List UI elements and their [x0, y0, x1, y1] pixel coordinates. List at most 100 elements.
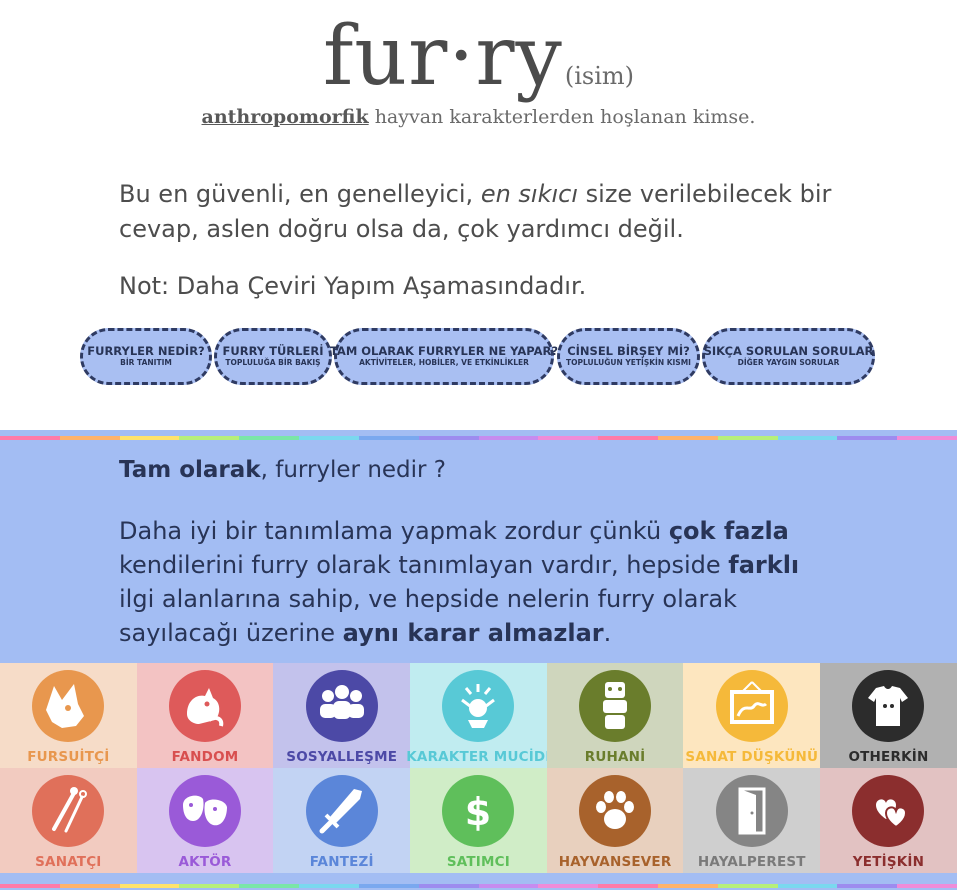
- rainbow-segment: [119, 884, 180, 888]
- nav-sexual[interactable]: CİNSEL BİRŞEY Mİ? TOPLULUĞUN YETİŞKİN KI…: [557, 328, 700, 385]
- para-text: kendilerini furry olarak tanımlayan vard…: [119, 551, 729, 579]
- rainbow-segment: [299, 884, 359, 888]
- rainbow-segment: [418, 436, 479, 440]
- rainbow-segment: [777, 436, 838, 440]
- rainbow-segment: [837, 884, 898, 888]
- category-label: FANTEZİ: [309, 854, 374, 870]
- group-people-icon: [319, 685, 364, 719]
- masks-icon: [169, 775, 242, 847]
- sword-icon: [319, 789, 362, 834]
- category-dreamer[interactable]: HAYALPEREST: [683, 768, 821, 873]
- category-label: FANDOM: [171, 749, 239, 765]
- rainbow-segment: [0, 884, 60, 888]
- rainbow-segment: [478, 884, 539, 888]
- category-spiritual[interactable]: RUHANİ: [546, 663, 684, 768]
- framed-art-icon: [715, 670, 788, 742]
- rainbow-segment: [59, 436, 120, 440]
- rainbow-divider-bottom: [0, 884, 957, 888]
- door-icon: [738, 787, 766, 835]
- rainbow-segment: [478, 436, 539, 440]
- rainbow-segment: [59, 884, 120, 888]
- rainbow-segment: [538, 436, 599, 440]
- creator-sparkle-icon: [442, 670, 515, 742]
- category-character-creator[interactable]: KARAKTER MUCİDİ: [406, 663, 550, 768]
- totem-icon: [603, 682, 628, 729]
- group-people-icon: [305, 670, 378, 742]
- rainbow-divider-top: [0, 436, 957, 440]
- rainbow-segment: [837, 436, 898, 440]
- totem-icon: [579, 670, 652, 742]
- category-label: SOSYALLEŞME: [286, 749, 398, 765]
- nav-sub: BİR TANITIM: [120, 358, 172, 367]
- category-label: KARAKTER MUCİDİ: [406, 749, 551, 765]
- rainbow-segment: [777, 884, 838, 888]
- rainbow-segment: [717, 884, 778, 888]
- door-icon: [715, 775, 788, 847]
- fox-couple-icon: [187, 688, 224, 727]
- category-fandom[interactable]: FANDOM: [136, 663, 274, 768]
- category-grid: FURSUİTÇİ FANDOM SOSYALLEŞME KARAKTER MU…: [0, 663, 957, 873]
- category-art-lover[interactable]: SANAT DÜŞKÜNÜ: [683, 663, 821, 768]
- rainbow-segment: [179, 884, 240, 888]
- rainbow-segment: [897, 436, 957, 440]
- fursuit-head-icon: [32, 670, 105, 742]
- fursuit-head-icon: [46, 684, 85, 728]
- hearts-icon: [876, 799, 908, 829]
- nav-faq[interactable]: SIKÇA SORULAN SORULAR DİĞER YAYGIN SORUL…: [702, 328, 875, 385]
- dollar-icon: $: [442, 775, 515, 847]
- rainbow-segment: [598, 436, 658, 440]
- para-bold: farklı: [728, 551, 800, 579]
- nav-what-furries-do[interactable]: TAM OLARAK FURRYLER NE YAPAR? AKTİVİTELE…: [330, 328, 558, 385]
- nav-sub: TOPLULUĞA BİR BAKIŞ: [225, 358, 321, 367]
- rainbow-segment: [358, 884, 419, 888]
- category-label: SANATÇI: [35, 854, 102, 870]
- intro-emphasis: en sıkıcı: [480, 180, 579, 208]
- hearts-icon: [852, 775, 925, 847]
- category-animal-lover[interactable]: HAYVANSEVER: [546, 768, 684, 873]
- paw-icon: [596, 791, 635, 829]
- intro-text-a: Bu en güvenli, en genelleyici,: [119, 180, 481, 208]
- intro-paragraph: Bu en güvenli, en genelleyici, en sıkıcı…: [119, 177, 839, 247]
- category-label: HAYALPEREST: [697, 854, 806, 870]
- rainbow-segment: [358, 436, 419, 440]
- category-socializing[interactable]: SOSYALLEŞME: [273, 663, 411, 768]
- definition: anthropomorfik hayvan karakterlerden hoş…: [0, 106, 957, 128]
- category-label: SATIMCI: [446, 854, 510, 870]
- category-adult[interactable]: YETİŞKİN: [820, 768, 957, 873]
- rainbow-segment: [717, 436, 778, 440]
- definition-term-link[interactable]: anthropomorfik: [202, 106, 369, 128]
- category-label: RUHANİ: [584, 749, 646, 765]
- rainbow-segment: [179, 436, 240, 440]
- rainbow-segment: [598, 884, 658, 888]
- category-fursuiter[interactable]: FURSUİTÇİ: [0, 663, 137, 768]
- masks-icon: [183, 795, 228, 826]
- category-actor[interactable]: AKTÖR: [136, 768, 274, 873]
- nav-sub: DİĞER YAYGIN SORULAR: [737, 358, 840, 367]
- nav-label: CİNSEL BİRŞEY Mİ?: [567, 344, 690, 358]
- category-otherkin[interactable]: OTHERKİN: [820, 663, 957, 768]
- nav-what-are-furries[interactable]: FURRYLER NEDİR? BİR TANITIM: [80, 328, 212, 385]
- rainbow-segment: [239, 884, 300, 888]
- rainbow-segment: [299, 436, 359, 440]
- category-artist[interactable]: SANATÇI: [0, 768, 137, 873]
- category-seller[interactable]: $ SATIMCI: [410, 768, 547, 873]
- translation-note: Not: Daha Çeviri Yapım Aşamasındadır.: [119, 272, 587, 300]
- rainbow-segment: [418, 884, 479, 888]
- category-label: AKTÖR: [178, 854, 232, 870]
- rainbow-segment: [897, 884, 957, 888]
- rainbow-segment: [538, 884, 599, 888]
- fox-couple-icon: [169, 670, 242, 742]
- rainbow-segment: [657, 884, 718, 888]
- part-of-speech: (isim): [564, 62, 635, 90]
- section-paragraph: Daha iyi bir tanımlama yapmak zordur çün…: [119, 514, 819, 650]
- category-fantasy[interactable]: FANTEZİ: [273, 768, 411, 873]
- para-text: .: [603, 619, 612, 647]
- category-label: FURSUİTÇİ: [27, 749, 110, 765]
- sword-icon: [305, 775, 378, 847]
- nav-furry-types[interactable]: FURRY TÜRLERİ TOPLULUĞA BİR BAKIŞ: [214, 328, 332, 385]
- rainbow-segment: [657, 436, 718, 440]
- title-word: fur·ry: [322, 9, 563, 104]
- para-bold: aynı karar almazlar: [342, 619, 604, 647]
- definition-text: hayvan karakterlerden hoşlanan kimse.: [368, 106, 756, 128]
- category-label: SANAT DÜŞKÜNÜ: [685, 749, 819, 765]
